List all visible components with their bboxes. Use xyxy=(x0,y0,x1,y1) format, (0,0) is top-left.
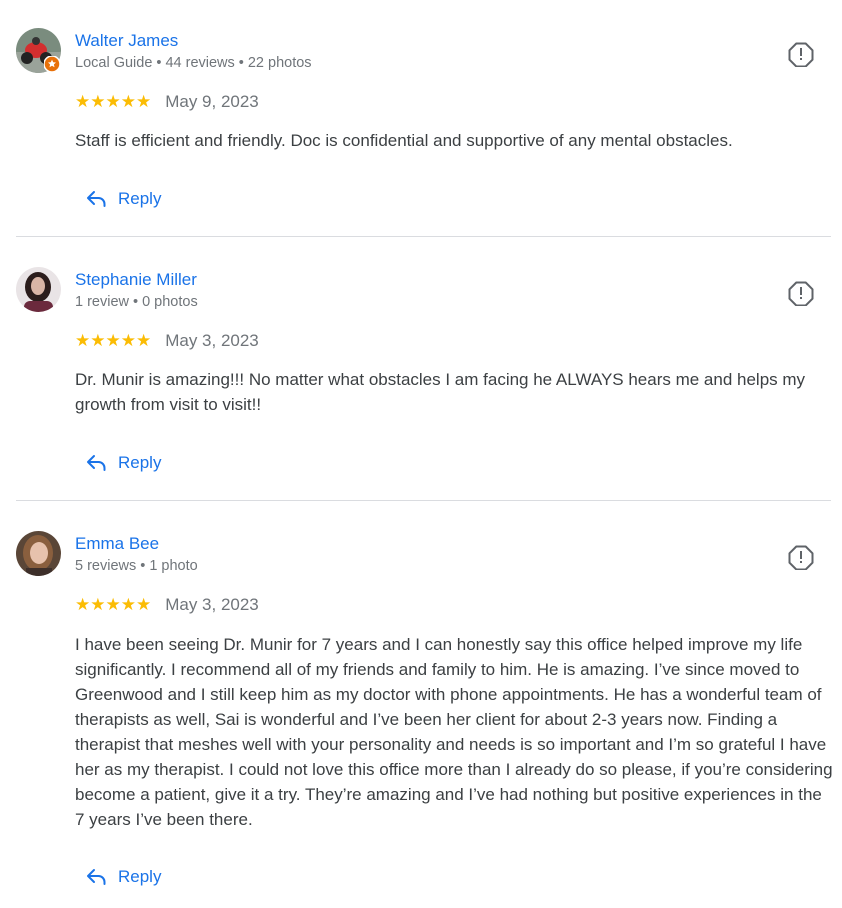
reply-button[interactable]: Reply xyxy=(86,185,161,213)
reply-arrow-icon xyxy=(87,455,106,471)
reply-arrow-icon xyxy=(87,191,106,207)
review-card: Walter James Local Guide • 44 reviews • 22 p… xyxy=(16,28,831,218)
reviewer-meta: 5 reviews • 1 photo xyxy=(75,558,198,574)
reply-label: Reply xyxy=(118,867,162,886)
local-guide-label: Local Guide xyxy=(75,55,153,71)
divider xyxy=(16,500,831,501)
review-card: Stephanie Miller 1 review • 0 photos ★★★★★… xyxy=(16,267,831,482)
reviewer-meta: 1 review • 0 photos xyxy=(75,294,198,310)
review-card: Emma Bee 5 reviews • 1 photo ★★★★★ May 3, 2… xyxy=(16,531,833,908)
reply-label: Reply xyxy=(118,453,162,472)
review-text: I have been seeing Dr. Munir for 7 years… xyxy=(75,635,833,829)
review-date: May 3, 2023 xyxy=(165,595,259,614)
reply-label: Reply xyxy=(118,189,162,208)
star-rating: ★★★★★ xyxy=(75,331,152,350)
review-text: Staff is efficient and friendly. Doc is … xyxy=(75,131,733,150)
photo-count: 0 photos xyxy=(142,294,198,310)
avatar[interactable] xyxy=(16,531,61,576)
avatar[interactable] xyxy=(16,267,61,312)
rating-row: ★★★★★ May 9, 2023 xyxy=(75,92,259,114)
divider xyxy=(16,236,831,237)
photo-count: 1 photo xyxy=(149,558,198,574)
reply-arrow-icon xyxy=(87,869,106,885)
star-rating: ★★★★★ xyxy=(75,92,152,111)
review-count: 44 reviews xyxy=(165,55,235,71)
reply-button[interactable]: Reply xyxy=(86,863,161,891)
review-count: 1 review xyxy=(75,294,129,310)
reviewer-name[interactable]: Emma Bee xyxy=(75,534,159,554)
review-count: 5 reviews xyxy=(75,558,137,574)
review-text: Dr. Munir is amazing!!! No matter what o… xyxy=(75,370,806,414)
review-date: May 3, 2023 xyxy=(165,331,259,350)
report-flag-icon[interactable] xyxy=(788,280,814,306)
reviewer-name[interactable]: Stephanie Miller xyxy=(75,270,197,290)
rating-row: ★★★★★ May 3, 2023 xyxy=(75,331,259,353)
local-guide-badge-icon xyxy=(44,56,60,72)
star-rating: ★★★★★ xyxy=(75,595,152,614)
reviewer-meta: Local Guide • 44 reviews • 22 photos xyxy=(75,55,312,71)
avatar[interactable] xyxy=(16,28,61,73)
reviewer-name[interactable]: Walter James xyxy=(75,31,178,51)
report-flag-icon[interactable] xyxy=(788,544,814,570)
photo-count: 22 photos xyxy=(247,55,312,71)
reply-button[interactable]: Reply xyxy=(86,449,161,477)
review-date: May 9, 2023 xyxy=(165,92,259,111)
report-flag-icon[interactable] xyxy=(788,41,814,67)
rating-row: ★★★★★ May 3, 2023 xyxy=(75,595,259,617)
